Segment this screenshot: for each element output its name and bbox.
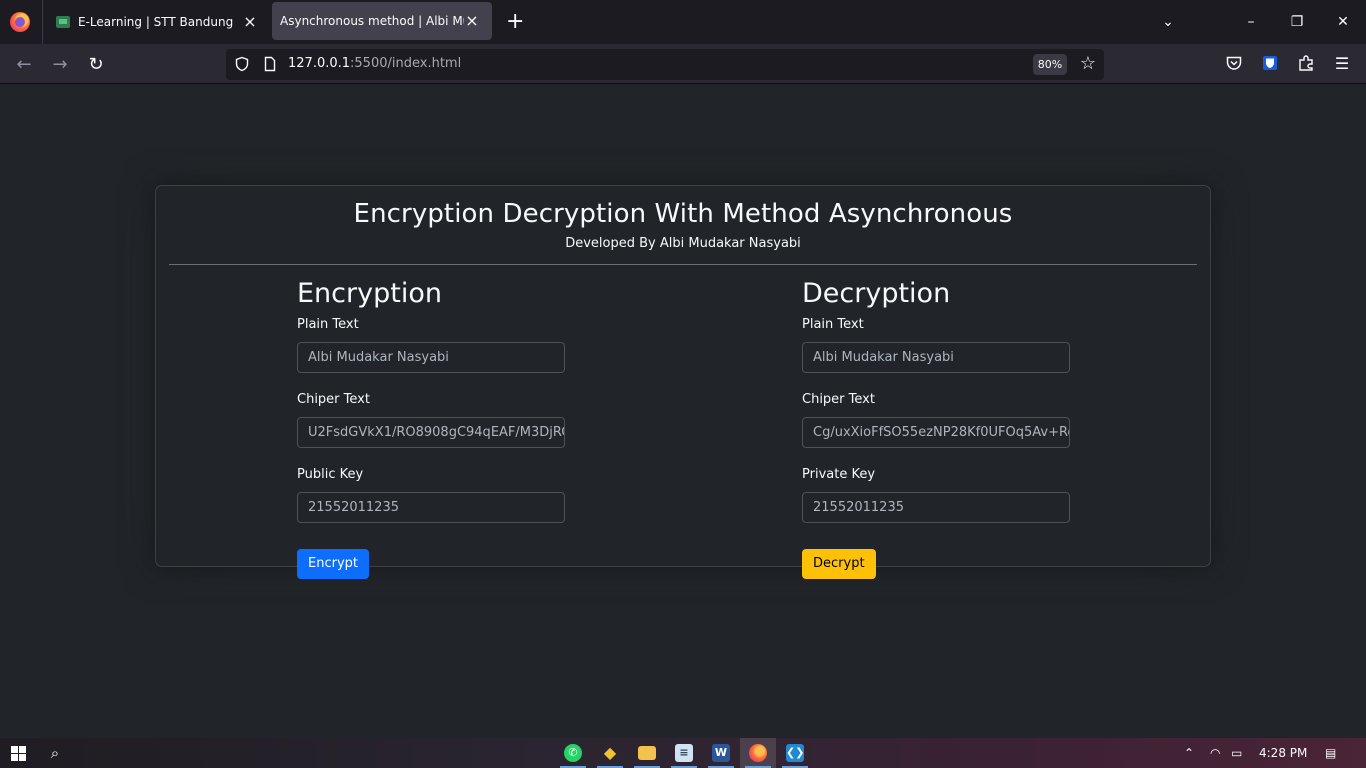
file-explorer-icon[interactable] [629, 738, 665, 768]
whatsapp-app-icon[interactable]: ✆ [555, 738, 591, 768]
decryption-heading: Decryption [802, 278, 951, 309]
word-app-icon[interactable]: W [703, 738, 739, 768]
encrypt-cipher-text-input[interactable]: U2FsdGVkX1/RO8908gC94qEAF/M3DjRC [297, 417, 565, 448]
restore-window-icon[interactable]: ❐ [1287, 12, 1307, 32]
browser-tab-strip: E-Learning | STT Bandung × Asynchronous … [0, 0, 1366, 44]
tab-title: E-Learning | STT Bandung [78, 15, 234, 29]
encrypt-button[interactable]: Encrypt [297, 549, 369, 579]
e-learning-favicon-icon [56, 16, 70, 28]
hamburger-menu-icon[interactable]: ☰ [1332, 54, 1352, 74]
minimize-window-icon[interactable]: – [1241, 12, 1261, 32]
taskbar-clock[interactable]: 4:28 PM [1259, 746, 1307, 760]
firefox-app-icon[interactable] [740, 738, 776, 768]
extensions-puzzle-icon[interactable] [1296, 54, 1316, 74]
url-text: 127.0.0.1:5500/index.html [288, 56, 461, 71]
search-icon[interactable]: ⌕ [46, 744, 64, 762]
tab-title: Asynchronous method | Albi Mudakar Nasya… [280, 14, 464, 28]
shield-icon[interactable] [234, 56, 250, 72]
bitwarden-extension-icon[interactable] [1260, 54, 1280, 74]
encrypt-plain-text-input[interactable]: Albi Mudakar Nasyabi [297, 342, 565, 373]
decrypt-button[interactable]: Decrypt [802, 549, 876, 579]
list-all-tabs-chevron-icon[interactable]: ⌄ [1158, 12, 1178, 32]
decrypt-plain-text-input[interactable]: Albi Mudakar Nasyabi [802, 342, 1070, 373]
tab-asynchronous-method[interactable]: Asynchronous method | Albi Mudakar Nasya… [272, 2, 492, 40]
battery-icon[interactable]: ▭ [1231, 746, 1242, 760]
url-path: :5500/index.html [350, 56, 462, 71]
firefox-logo-icon[interactable] [10, 12, 30, 32]
close-tab-icon[interactable]: × [464, 13, 480, 29]
decrypt-plain-text-label: Plain Text [802, 317, 864, 332]
url-host: 127.0.0.1 [288, 56, 351, 71]
encrypt-plain-text-label: Plain Text [297, 317, 359, 332]
wifi-icon[interactable]: ◠ [1210, 746, 1220, 760]
windows-taskbar: ⌕ ✆ ◆ ≡ W ❮❯ ⌃ ◠ ▭ 4:28 PM ▤ [0, 738, 1366, 768]
windows-start-icon[interactable] [11, 746, 26, 761]
browser-navigation-bar: ← → ↻ 127.0.0.1:5500/index.html 80% ☆ ☰ [0, 44, 1366, 84]
private-key-label: Private Key [802, 467, 876, 482]
decrypt-cipher-text-input[interactable]: Cg/uxXioFfSO55ezNP28Kf0UFOq5Av+Re [802, 417, 1070, 448]
private-key-input[interactable]: 21552011235 [802, 492, 1070, 523]
encrypt-cipher-text-label: Chiper Text [297, 392, 370, 407]
vscode-app-icon[interactable]: ❮❯ [777, 738, 813, 768]
decrypt-cipher-text-label: Chiper Text [802, 392, 875, 407]
page-subtitle: Developed By Albi Mudakar Nasyabi [565, 236, 801, 251]
pocket-icon[interactable] [1224, 54, 1244, 74]
encryption-heading: Encryption [297, 278, 442, 309]
back-arrow-icon[interactable]: ← [13, 54, 35, 76]
page-icon[interactable] [262, 56, 278, 72]
address-bar[interactable]: 127.0.0.1:5500/index.html 80% ☆ [226, 49, 1104, 80]
notifications-icon[interactable]: ▤ [1325, 746, 1336, 760]
reload-icon[interactable]: ↻ [85, 54, 107, 76]
show-hidden-icons-chevron-icon[interactable]: ⌃ [1184, 746, 1194, 760]
close-window-icon[interactable]: ✕ [1333, 12, 1353, 32]
zoom-level-badge[interactable]: 80% [1033, 54, 1067, 75]
git-app-icon[interactable]: ◆ [592, 738, 628, 768]
decryption-section: Decryption Plain Text Albi Mudakar Nasya… [802, 278, 1070, 579]
page-title: Encryption Decryption With Method Asynch… [353, 199, 1013, 229]
new-tab-plus-icon[interactable]: + [506, 11, 524, 33]
encryption-card: Encryption Decryption With Method Asynch… [155, 185, 1211, 579]
encryption-section: Encryption Plain Text Albi Mudakar Nasya… [297, 278, 565, 579]
tab-e-learning[interactable]: E-Learning | STT Bandung × [44, 0, 270, 44]
tab-divider [42, 0, 43, 44]
forward-arrow-icon[interactable]: → [49, 54, 71, 76]
public-key-input[interactable]: 21552011235 [297, 492, 565, 523]
divider [169, 264, 1197, 265]
notepad-app-icon[interactable]: ≡ [666, 738, 702, 768]
public-key-label: Public Key [297, 467, 364, 482]
close-tab-icon[interactable]: × [242, 14, 258, 30]
bookmark-star-icon[interactable]: ☆ [1078, 53, 1098, 75]
